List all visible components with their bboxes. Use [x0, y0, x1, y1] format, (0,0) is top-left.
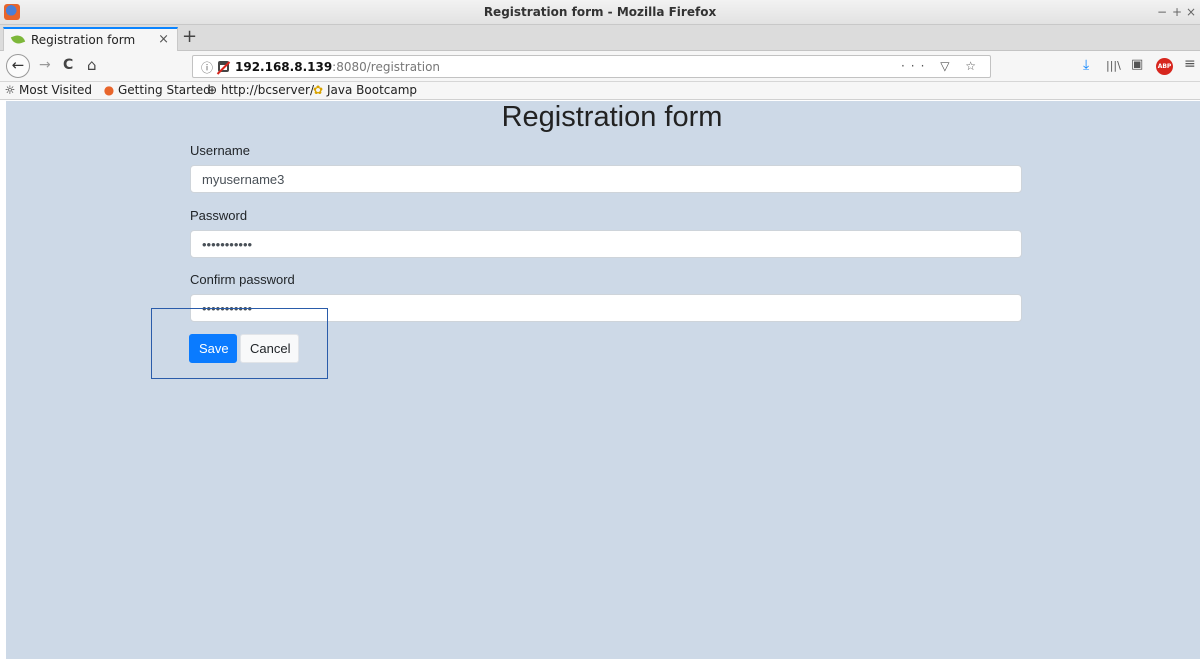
page-actions-icons[interactable]: ··· ▽ ☆ — [901, 59, 982, 73]
insecure-lock-icon[interactable] — [218, 61, 229, 72]
confirm-password-label: Confirm password — [190, 272, 295, 287]
window-title: Registration form - Mozilla Firefox — [483, 5, 717, 19]
bootcamp-icon: ✿ — [312, 83, 324, 97]
page-title: Registration form — [501, 101, 723, 133]
info-icon[interactable]: ⓘ — [201, 59, 213, 76]
password-input[interactable] — [190, 230, 1022, 258]
bookmark-bcserver[interactable]: ⊕ http://bcserver/ — [206, 83, 314, 97]
download-icon[interactable]: ⤓ — [1083, 57, 1089, 73]
bookmark-java-bootcamp[interactable]: ✿ Java Bootcamp — [312, 83, 417, 97]
forward-button[interactable]: → — [39, 57, 51, 73]
leaf-favicon-icon — [10, 33, 26, 46]
url-path: :8080/registration — [332, 60, 441, 74]
sidebar-icon[interactable]: ▣ — [1131, 57, 1143, 72]
window-titlebar: Registration form - Mozilla Firefox − + … — [0, 0, 1200, 25]
library-icon[interactable]: |||\ — [1106, 59, 1121, 72]
bookmark-label: Java Bootcamp — [327, 83, 418, 97]
maximize-button[interactable]: + — [1172, 5, 1182, 19]
reload-button[interactable]: C — [63, 57, 73, 73]
close-window-button[interactable]: × — [1186, 5, 1196, 19]
url-host: 192.168.8.139 — [235, 60, 333, 74]
navigation-toolbar: ← → C ⌂ ⓘ 192.168.8.139:8080/registratio… — [0, 51, 1200, 82]
home-button[interactable]: ⌂ — [87, 56, 97, 74]
confirm-password-input[interactable] — [190, 294, 1022, 322]
bookmark-label: Getting Started — [118, 83, 211, 97]
bookmark-label: Most Visited — [19, 83, 93, 97]
back-button[interactable]: ← — [6, 54, 30, 78]
new-tab-button[interactable]: + — [182, 26, 197, 47]
gear-icon: ☼ — [4, 83, 16, 97]
url-bar[interactable]: ⓘ 192.168.8.139:8080/registration ··· ▽ … — [192, 55, 991, 78]
password-label: Password — [190, 208, 248, 223]
tab-close-icon[interactable]: × — [158, 32, 169, 47]
tab-strip: Registration form × + — [0, 25, 1200, 51]
tab-label: Registration form — [31, 33, 136, 47]
save-button[interactable]: Save — [189, 334, 237, 363]
minimize-button[interactable]: − — [1157, 5, 1167, 19]
bookmark-most-visited[interactable]: ☼ Most Visited — [4, 83, 92, 97]
bookmarks-toolbar: ☼ Most Visited ● Getting Started ⊕ http://b… — [0, 82, 1200, 100]
username-label: Username — [190, 143, 250, 158]
username-input[interactable] — [190, 165, 1022, 193]
globe-icon: ⊕ — [206, 83, 218, 97]
menu-icon[interactable]: ≡ — [1184, 56, 1196, 72]
page-content: Registration form Username Password Conf… — [6, 101, 1200, 659]
firefox-icon: ● — [103, 83, 115, 97]
bookmark-getting-started[interactable]: ● Getting Started — [103, 83, 211, 97]
cancel-button[interactable]: Cancel — [240, 334, 299, 363]
url-text[interactable]: 192.168.8.139:8080/registration — [235, 60, 440, 74]
adblock-icon[interactable]: ABP — [1156, 58, 1173, 75]
tab-registration-form[interactable]: Registration form × — [3, 27, 178, 51]
bookmark-label: http://bcserver/ — [221, 83, 315, 97]
